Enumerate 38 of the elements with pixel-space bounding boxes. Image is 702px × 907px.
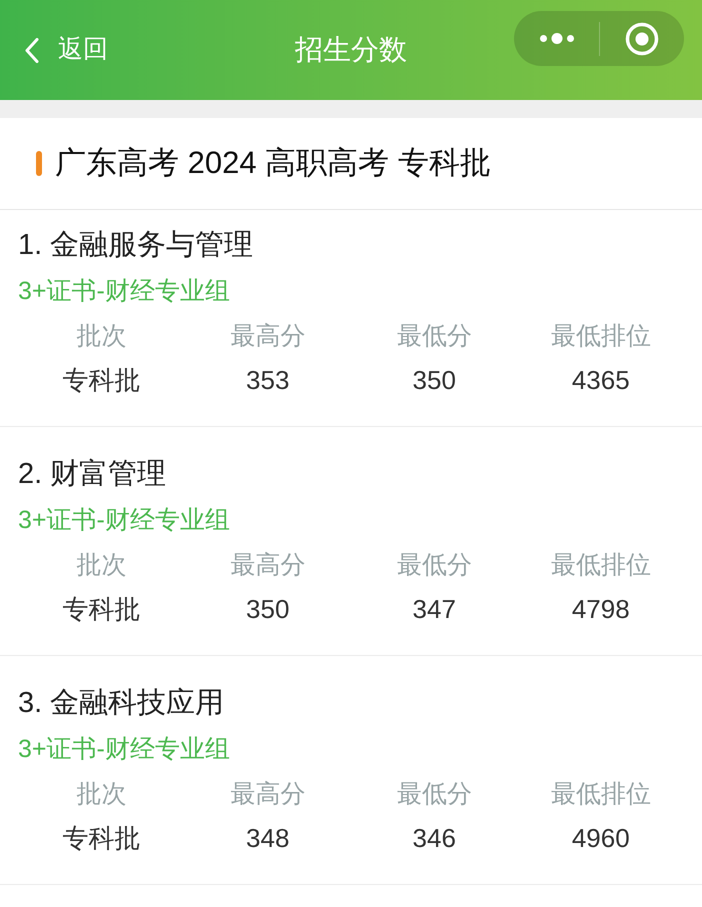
table-cell-text: 348 xyxy=(246,822,290,854)
column-header: 最低排位 xyxy=(550,321,651,352)
table-cell-text: 专科批 xyxy=(62,822,140,854)
table-cell-text: 350 xyxy=(412,364,456,396)
column-header: 批次 xyxy=(76,321,126,352)
major-group: 3+证书-财经专业组 xyxy=(18,502,230,540)
table-cell-text: 346 xyxy=(412,822,456,854)
major-group: 3+证书-财经专业组 xyxy=(18,731,230,769)
table-cell-text: 专科批 xyxy=(62,364,140,396)
column-header: 批次 xyxy=(76,550,126,582)
column-header: 最低分 xyxy=(396,321,472,352)
column-header: 批次 xyxy=(76,779,126,810)
accent-bar xyxy=(36,151,42,176)
target-icon xyxy=(625,22,659,56)
table-cell-text: 353 xyxy=(246,364,290,396)
column-header: 最低分 xyxy=(396,779,472,810)
major-title: 3. 金融科技应用 xyxy=(18,686,224,722)
column-header: 最低分 xyxy=(396,550,472,582)
table-cell-text: 347 xyxy=(412,592,456,626)
column-header: 最高分 xyxy=(230,779,306,810)
page-title: 招生分数 xyxy=(295,33,407,67)
table-cell-text: 4365 xyxy=(572,364,630,396)
column-header: 最高分 xyxy=(230,321,306,352)
major-title: 1. 金融服务与管理 xyxy=(18,228,254,264)
table-cell-text: 4798 xyxy=(572,592,630,626)
major-group: 3+证书-财经专业组 xyxy=(18,273,230,311)
column-header: 最低排位 xyxy=(550,779,651,810)
table-cell-text: 专科批 xyxy=(62,592,140,626)
table-cell-text: 350 xyxy=(246,592,290,626)
column-header: 最低排位 xyxy=(550,550,651,582)
major-title: 2. 财富管理 xyxy=(18,457,166,492)
more-icon xyxy=(540,33,574,44)
back-button[interactable]: 返回 xyxy=(25,31,108,69)
back-label: 返回 xyxy=(58,34,108,66)
column-header: 最高分 xyxy=(230,550,306,582)
section-title: 广东高考 2024 高职高考 专科批 xyxy=(55,144,491,182)
back-icon xyxy=(25,38,39,62)
table-cell-text: 4960 xyxy=(572,822,630,854)
